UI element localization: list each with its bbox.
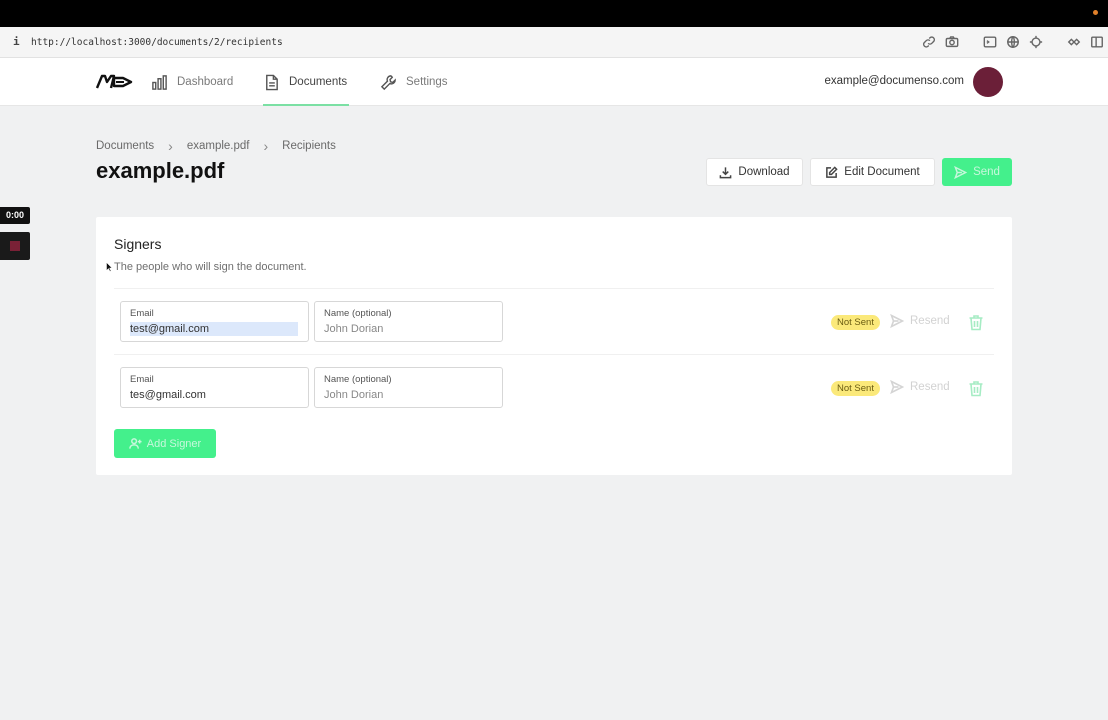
- download-button[interactable]: Download: [706, 158, 803, 186]
- resend-label: Resend: [910, 381, 950, 393]
- email-field[interactable]: Email test@gmail.com: [120, 301, 309, 342]
- trash-icon: [969, 381, 983, 397]
- globe-icon[interactable]: [1006, 35, 1020, 49]
- browser-toolbar: [922, 33, 1108, 51]
- delete-signer-button[interactable]: [968, 380, 984, 397]
- url-text[interactable]: http://localhost:3000/documents/2/recipi…: [31, 37, 283, 48]
- page-title: example.pdf: [96, 158, 225, 183]
- divider: [114, 288, 994, 289]
- edit-document-button[interactable]: Edit Document: [810, 158, 935, 186]
- terminal-icon[interactable]: [983, 35, 997, 49]
- nav-settings-label: Settings: [406, 76, 448, 88]
- recording-timer: 0:00: [0, 207, 30, 224]
- signers-title: Signers: [114, 236, 162, 252]
- name-field[interactable]: Name (optional) John Dorian: [314, 367, 503, 408]
- nav-dashboard-label: Dashboard: [177, 76, 234, 88]
- send-button-label: Send: [973, 166, 1000, 178]
- delete-signer-button[interactable]: [968, 314, 984, 331]
- send-icon: [954, 165, 968, 179]
- name-field[interactable]: Name (optional) John Dorian: [314, 301, 503, 342]
- download-icon: [720, 166, 732, 178]
- add-signer-label: Add Signer: [146, 437, 202, 450]
- recording-indicator-dot: [1093, 10, 1098, 15]
- resend-button[interactable]: Resend: [890, 314, 950, 328]
- nav-documents-label: Documents: [289, 76, 348, 88]
- status-badge: Not Sent: [831, 381, 880, 396]
- nav-dashboard[interactable]: Dashboard: [151, 58, 233, 106]
- avatar[interactable]: [973, 67, 1003, 97]
- link-icon[interactable]: [922, 35, 936, 49]
- divider: [114, 354, 994, 355]
- nav-settings[interactable]: Settings: [380, 58, 448, 106]
- top-navigation: Dashboard Documents Settings example@doc…: [0, 58, 1108, 106]
- send-icon: [890, 380, 904, 394]
- add-signer-button[interactable]: Add Signer: [114, 429, 216, 458]
- nav-documents[interactable]: Documents: [263, 58, 350, 106]
- resend-button[interactable]: Resend: [890, 380, 950, 394]
- address-bar: i http://localhost:3000/documents/2/reci…: [0, 27, 1108, 58]
- extension-icon[interactable]: [1067, 35, 1081, 49]
- status-badge: Not Sent: [831, 315, 880, 330]
- add-user-icon: [128, 438, 142, 449]
- send-button[interactable]: Send: [942, 158, 1012, 186]
- signers-subtitle: The people who will sign the document.: [114, 261, 307, 273]
- email-field-value[interactable]: tes@gmail.com: [130, 388, 298, 402]
- breadcrumb: Documents › example.pdf › Recipients: [96, 138, 336, 154]
- user-email: example@documenso.com: [824, 75, 964, 87]
- breadcrumb-document[interactable]: example.pdf: [187, 140, 250, 152]
- breadcrumb-recipients: Recipients: [282, 140, 336, 152]
- chevron-right-icon: ›: [263, 138, 269, 154]
- crosshair-icon[interactable]: [1029, 35, 1043, 49]
- window-top-bar: [0, 0, 1108, 27]
- chart-bars-icon: [152, 74, 167, 90]
- signers-card: Signers The people who will sign the doc…: [96, 217, 1012, 475]
- resend-label: Resend: [910, 315, 950, 327]
- stop-recording-button[interactable]: [0, 232, 30, 260]
- email-field-label: Email: [130, 308, 154, 319]
- sidebar-icon[interactable]: [1090, 35, 1104, 49]
- name-field-label: Name (optional): [324, 308, 392, 319]
- edit-document-button-label: Edit Document: [844, 166, 920, 178]
- chevron-right-icon: ›: [168, 138, 173, 154]
- mouse-cursor-icon: [106, 262, 113, 272]
- email-field-label: Email: [130, 374, 154, 385]
- email-field[interactable]: Email tes@gmail.com: [120, 367, 309, 408]
- name-field-placeholder[interactable]: John Dorian: [324, 388, 492, 402]
- trash-icon: [969, 315, 983, 331]
- document-icon: [266, 74, 278, 90]
- stop-icon: [10, 241, 20, 251]
- site-info-icon[interactable]: i: [13, 35, 20, 48]
- send-icon: [890, 314, 904, 328]
- download-button-label: Download: [738, 166, 790, 178]
- breadcrumb-documents[interactable]: Documents: [96, 140, 154, 152]
- documenso-logo[interactable]: [95, 72, 133, 92]
- email-field-value[interactable]: test@gmail.com: [130, 322, 298, 336]
- name-field-placeholder[interactable]: John Dorian: [324, 322, 492, 336]
- wrench-icon: [380, 74, 396, 90]
- edit-icon: [826, 165, 838, 178]
- name-field-label: Name (optional): [324, 374, 392, 385]
- camera-icon[interactable]: [945, 35, 959, 49]
